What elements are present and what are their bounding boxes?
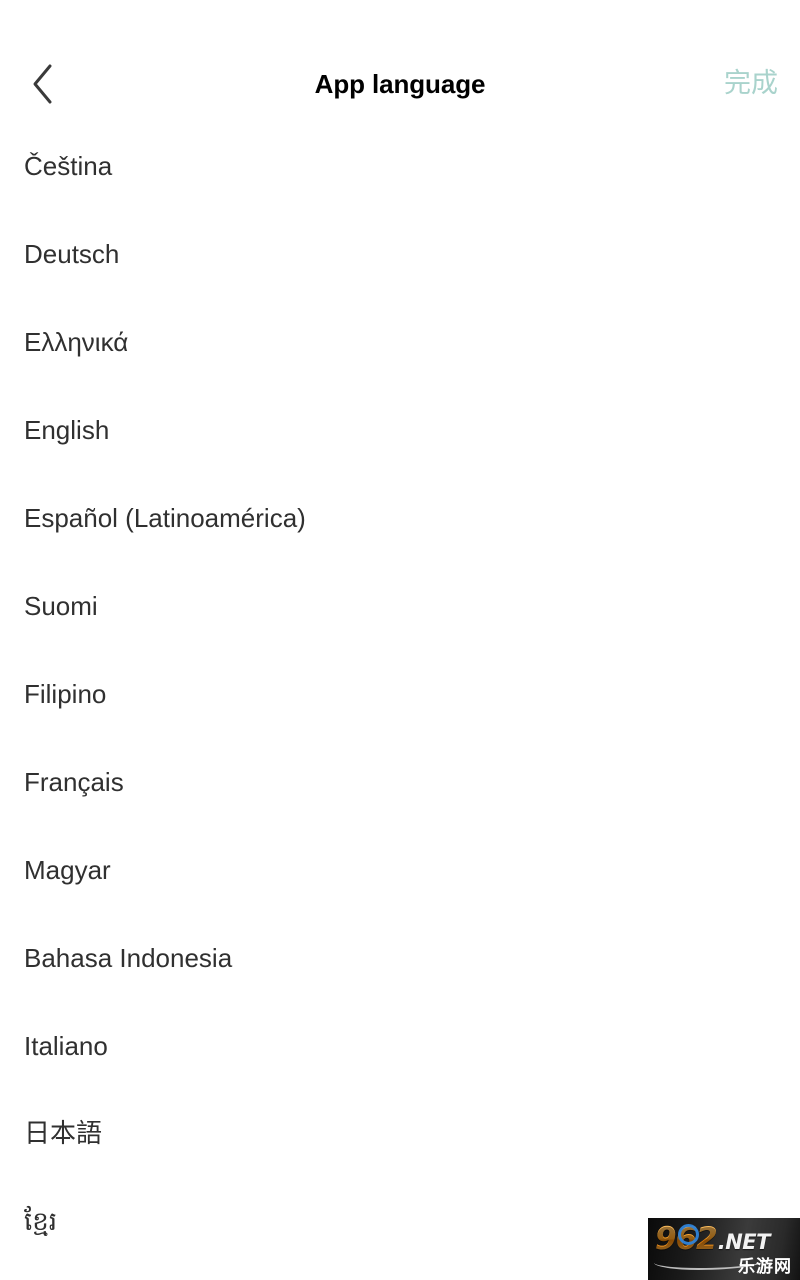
language-item-label: Deutsch <box>24 238 120 269</box>
watermark-brand-row: 962 .NET <box>655 1224 770 1255</box>
language-list-item[interactable]: English <box>0 386 800 474</box>
language-list-item[interactable]: Español (Latinoamérica) <box>0 474 800 562</box>
language-item-label: English <box>24 414 110 445</box>
watermark-ring-icon <box>678 1224 699 1245</box>
language-list-item[interactable]: Deutsch <box>0 210 800 298</box>
page-title: App language <box>314 69 486 99</box>
language-item-label: Filipino <box>24 678 107 709</box>
app-screen: App language 完成 Čeština Deutsch Ελληνικά En… <box>0 0 800 1280</box>
language-item-label: ខ្មែរ <box>24 1206 58 1237</box>
language-item-label: Français <box>24 766 124 797</box>
language-item-label: Magyar <box>24 854 111 885</box>
language-item-label: Bahasa Indonesia <box>24 942 233 973</box>
language-item-label: 日本語 <box>24 1118 103 1149</box>
language-item-label: Español (Latinoamérica) <box>24 502 306 533</box>
watermark-tld: .NET <box>717 1230 771 1254</box>
language-list-item[interactable]: Italiano <box>0 1002 800 1090</box>
language-list-item[interactable]: Filipino <box>0 650 800 738</box>
language-item-label: Italiano <box>24 1030 108 1061</box>
watermark-chinese-name: 乐游网 <box>738 1257 792 1277</box>
app-bar: App language 完成 <box>0 46 800 122</box>
language-list-item[interactable]: Ελληνικά <box>0 298 800 386</box>
language-list-item[interactable]: Suomi <box>0 562 800 650</box>
done-button[interactable]: 完成 <box>724 46 778 122</box>
language-item-label: Čeština <box>24 150 113 181</box>
language-list: Čeština Deutsch Ελληνικά English Español (La… <box>0 122 800 1280</box>
language-list-item[interactable]: Bahasa Indonesia <box>0 914 800 1002</box>
language-list-item[interactable]: 日本語 <box>0 1090 800 1178</box>
language-item-label: Ελληνικά <box>24 326 129 357</box>
language-list-item[interactable]: Čeština <box>0 122 800 210</box>
site-watermark: 962 .NET 乐游网 <box>648 1218 800 1280</box>
status-bar <box>0 0 800 46</box>
language-list-item[interactable]: Magyar <box>0 826 800 914</box>
language-item-label: Suomi <box>24 590 98 621</box>
language-list-item[interactable]: Français <box>0 738 800 826</box>
